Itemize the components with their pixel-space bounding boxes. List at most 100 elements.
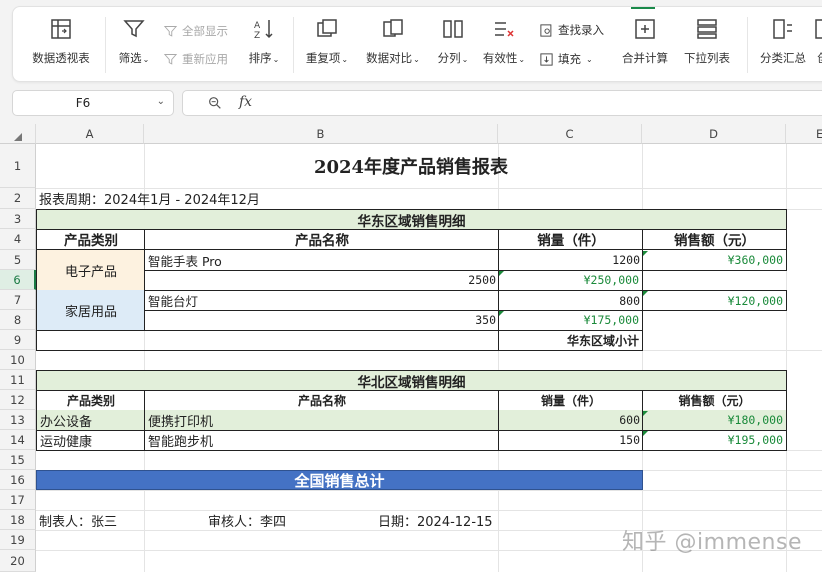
split-column-icon	[443, 20, 463, 38]
reapply-button[interactable]: 重新应用	[163, 51, 228, 67]
spreadsheet-grid[interactable]: A B C D E 1 2 3 4 5 6 7 8 9 10 11 12 13 …	[0, 124, 822, 572]
column-header-a[interactable]: A	[36, 124, 144, 144]
col-title-name[interactable]: 产品名称	[144, 390, 499, 411]
row-header[interactable]: 7	[0, 290, 36, 310]
amount-cell[interactable]: ¥360,000	[642, 250, 787, 271]
reapply-filter-icon	[163, 53, 178, 65]
filter-button[interactable]: 筛选⌄	[115, 17, 153, 66]
col-title-category[interactable]: 产品类别	[36, 390, 145, 411]
amount-cell[interactable]: ¥180,000	[642, 410, 787, 431]
fill-button[interactable]: 填充 ⌄	[539, 51, 593, 67]
active-tab-indicator	[631, 7, 655, 9]
formula-bar[interactable]: fx	[182, 90, 822, 116]
category-cell[interactable]: 电子产品	[36, 250, 145, 291]
report-period[interactable]: 报表周期：2024年1月 - 2024年12月	[36, 188, 496, 209]
select-all-corner[interactable]	[0, 124, 36, 144]
product-name-cell[interactable]: 便携打印机	[144, 410, 499, 431]
row-header[interactable]: 15	[0, 450, 36, 470]
error-indicator-icon	[499, 311, 504, 316]
fill-down-icon	[540, 52, 553, 66]
lookup-entry-button[interactable]: 查找录入	[539, 22, 604, 38]
row-header[interactable]: 20	[0, 550, 36, 572]
qty-cell[interactable]: 800	[498, 290, 643, 311]
reapply-label: 重新应用	[182, 52, 228, 66]
column-header-b[interactable]: B	[144, 124, 498, 144]
misplaced-amount-cell[interactable]: ¥175,000	[498, 310, 643, 331]
row-header[interactable]: 16	[0, 470, 36, 490]
product-name-cell[interactable]: 智能台灯	[144, 290, 499, 311]
duplicates-icon	[317, 19, 337, 37]
chevron-down-icon[interactable]: ⌄	[157, 96, 165, 107]
east-region-header[interactable]: 华东区域销售明细	[36, 209, 787, 230]
lookup-entry-label: 查找录入	[558, 23, 604, 37]
duplicates-button[interactable]: 重复项⌄	[303, 17, 351, 66]
north-region-header[interactable]: 华北区域销售明细	[36, 370, 787, 391]
qty-cell[interactable]: 600	[498, 410, 643, 431]
split-button[interactable]: 分列⌄	[433, 17, 473, 66]
row-header[interactable]: 19	[0, 530, 36, 550]
compare-button[interactable]: 数据对比⌄	[363, 17, 423, 66]
row-header[interactable]: 14	[0, 430, 36, 450]
col-title-amount[interactable]: 销售额（元）	[642, 390, 787, 411]
row-header[interactable]: 5	[0, 250, 36, 270]
category-cell[interactable]: 办公设备	[36, 410, 145, 431]
error-indicator-icon	[643, 251, 648, 256]
zhihu-watermark: 知乎 @immense	[622, 530, 802, 555]
dropdown-list-button[interactable]: 下拉列表	[679, 17, 735, 66]
subtotal-button[interactable]: 分类汇总	[755, 17, 811, 66]
row-header[interactable]: 13	[0, 410, 36, 430]
row-header[interactable]: 11	[0, 370, 36, 390]
row-header[interactable]: 12	[0, 390, 36, 410]
east-subtotal-label[interactable]: 华东区域小计	[498, 330, 643, 351]
misplaced-qty-cell[interactable]: 2500	[144, 270, 499, 291]
zoom-icon[interactable]	[207, 95, 223, 111]
column-header-c[interactable]: C	[498, 124, 642, 144]
validity-button[interactable]: 有效性⌄	[479, 17, 529, 66]
name-box[interactable]: F6 ⌄	[12, 90, 174, 116]
subtotal-blank[interactable]	[36, 330, 499, 351]
product-name-cell[interactable]: 智能跑步机	[144, 430, 499, 451]
show-all-label: 全部显示	[182, 24, 228, 38]
fx-icon[interactable]: fx	[239, 94, 252, 110]
pivot-table-button[interactable]: 数据透视表	[29, 17, 93, 66]
category-cell[interactable]: 家居用品	[36, 290, 145, 331]
gridline	[36, 490, 822, 491]
maker-cell[interactable]: 制表人：张三	[36, 510, 196, 530]
pivot-table-icon	[51, 19, 71, 39]
date-cell[interactable]: 日期：2024-12-15	[375, 510, 535, 530]
row-header[interactable]: 1	[0, 144, 36, 188]
category-cell[interactable]: 运动健康	[36, 430, 145, 451]
row-header[interactable]: 18	[0, 510, 36, 530]
amount-cell[interactable]: ¥195,000	[642, 430, 787, 451]
row-header[interactable]: 4	[0, 229, 36, 250]
row-header[interactable]: 8	[0, 310, 36, 330]
row-header[interactable]: 9	[0, 330, 36, 350]
subtotal-icon	[773, 19, 792, 39]
reviewer-cell[interactable]: 审核人：李四	[205, 510, 365, 530]
row-header[interactable]: 3	[0, 209, 36, 229]
row-header[interactable]: 2	[0, 188, 36, 209]
col-title-qty[interactable]: 销量（件）	[498, 229, 643, 250]
row-header[interactable]: 10	[0, 350, 36, 370]
misplaced-qty-cell[interactable]: 350	[144, 310, 499, 331]
filter-label: 筛选	[118, 51, 142, 65]
report-title[interactable]: 2024年度产品销售报表	[36, 144, 786, 188]
show-all-button[interactable]: 全部显示	[163, 23, 228, 39]
column-header-d[interactable]: D	[642, 124, 786, 144]
product-name-cell[interactable]: 智能手表 Pro	[144, 250, 499, 271]
amount-cell[interactable]: ¥120,000	[642, 290, 787, 311]
sort-button[interactable]: AZ 排序⌄	[245, 17, 283, 66]
qty-cell[interactable]: 1200	[498, 250, 643, 271]
col-title-name[interactable]: 产品名称	[144, 229, 499, 250]
col-title-qty[interactable]: 销量（件）	[498, 390, 643, 411]
col-title-category[interactable]: 产品类别	[36, 229, 145, 250]
col-title-amount[interactable]: 销售额（元）	[642, 229, 787, 250]
row-header[interactable]: 17	[0, 490, 36, 510]
grand-total-banner[interactable]: 全国销售总计	[36, 470, 643, 490]
column-header-e[interactable]: E	[786, 124, 822, 144]
row-header-selected[interactable]: 6	[0, 270, 36, 290]
consolidate-button[interactable]: 合并计算	[617, 17, 673, 66]
misplaced-amount-cell[interactable]: ¥250,000	[498, 270, 643, 291]
qty-cell[interactable]: 150	[498, 430, 643, 451]
partial-ribbon-button[interactable]: 创	[813, 17, 822, 66]
